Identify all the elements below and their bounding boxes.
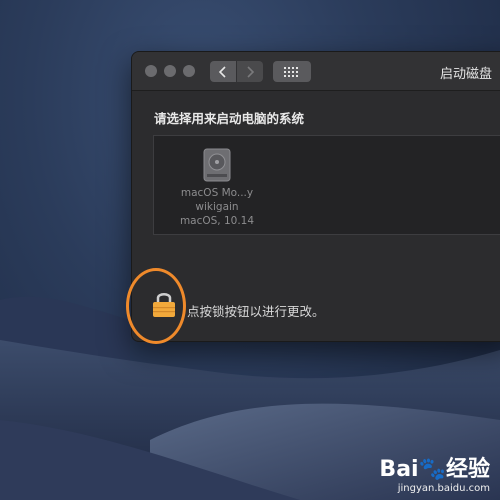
forward-button[interactable] [237, 61, 263, 82]
disk-item[interactable]: macOS Mo...y wikigain macOS, 10.14 [158, 148, 276, 228]
highlight-circle [126, 268, 186, 344]
disk-name: macOS Mo...y wikigain [180, 187, 254, 213]
back-button[interactable] [210, 61, 236, 82]
startup-disk-list: macOS Mo...y wikigain macOS, 10.14 [153, 135, 500, 235]
chevron-left-icon [218, 65, 226, 78]
startup-prompt: 请选择用来启动电脑的系统 [154, 111, 305, 126]
zoom-button[interactable] [183, 65, 195, 77]
watermark-url: jingyan.baidu.com [397, 483, 490, 494]
show-all-button[interactable] [273, 61, 311, 82]
watermark-brand: Bai🐾经验 [379, 457, 490, 482]
lock-message: 点按锁按钮以进行更改。 [187, 304, 325, 319]
close-button[interactable] [145, 65, 157, 77]
disk-version: macOS, 10.14 [179, 215, 255, 227]
grid-icon [284, 66, 298, 77]
hard-drive-icon [203, 148, 231, 182]
minimize-button[interactable] [164, 65, 176, 77]
titlebar: 启动磁盘 [132, 52, 500, 91]
chevron-right-icon [247, 65, 255, 78]
window-title: 启动磁盘 [439, 67, 492, 82]
baidu-watermark: Bai🐾经验 jingyan.baidu.com [379, 451, 490, 494]
startup-disk-window: 启动磁盘 请选择用来启动电脑的系统 macOS Mo...y wikigain … [131, 51, 500, 342]
paw-icon: 🐾 [418, 457, 446, 482]
